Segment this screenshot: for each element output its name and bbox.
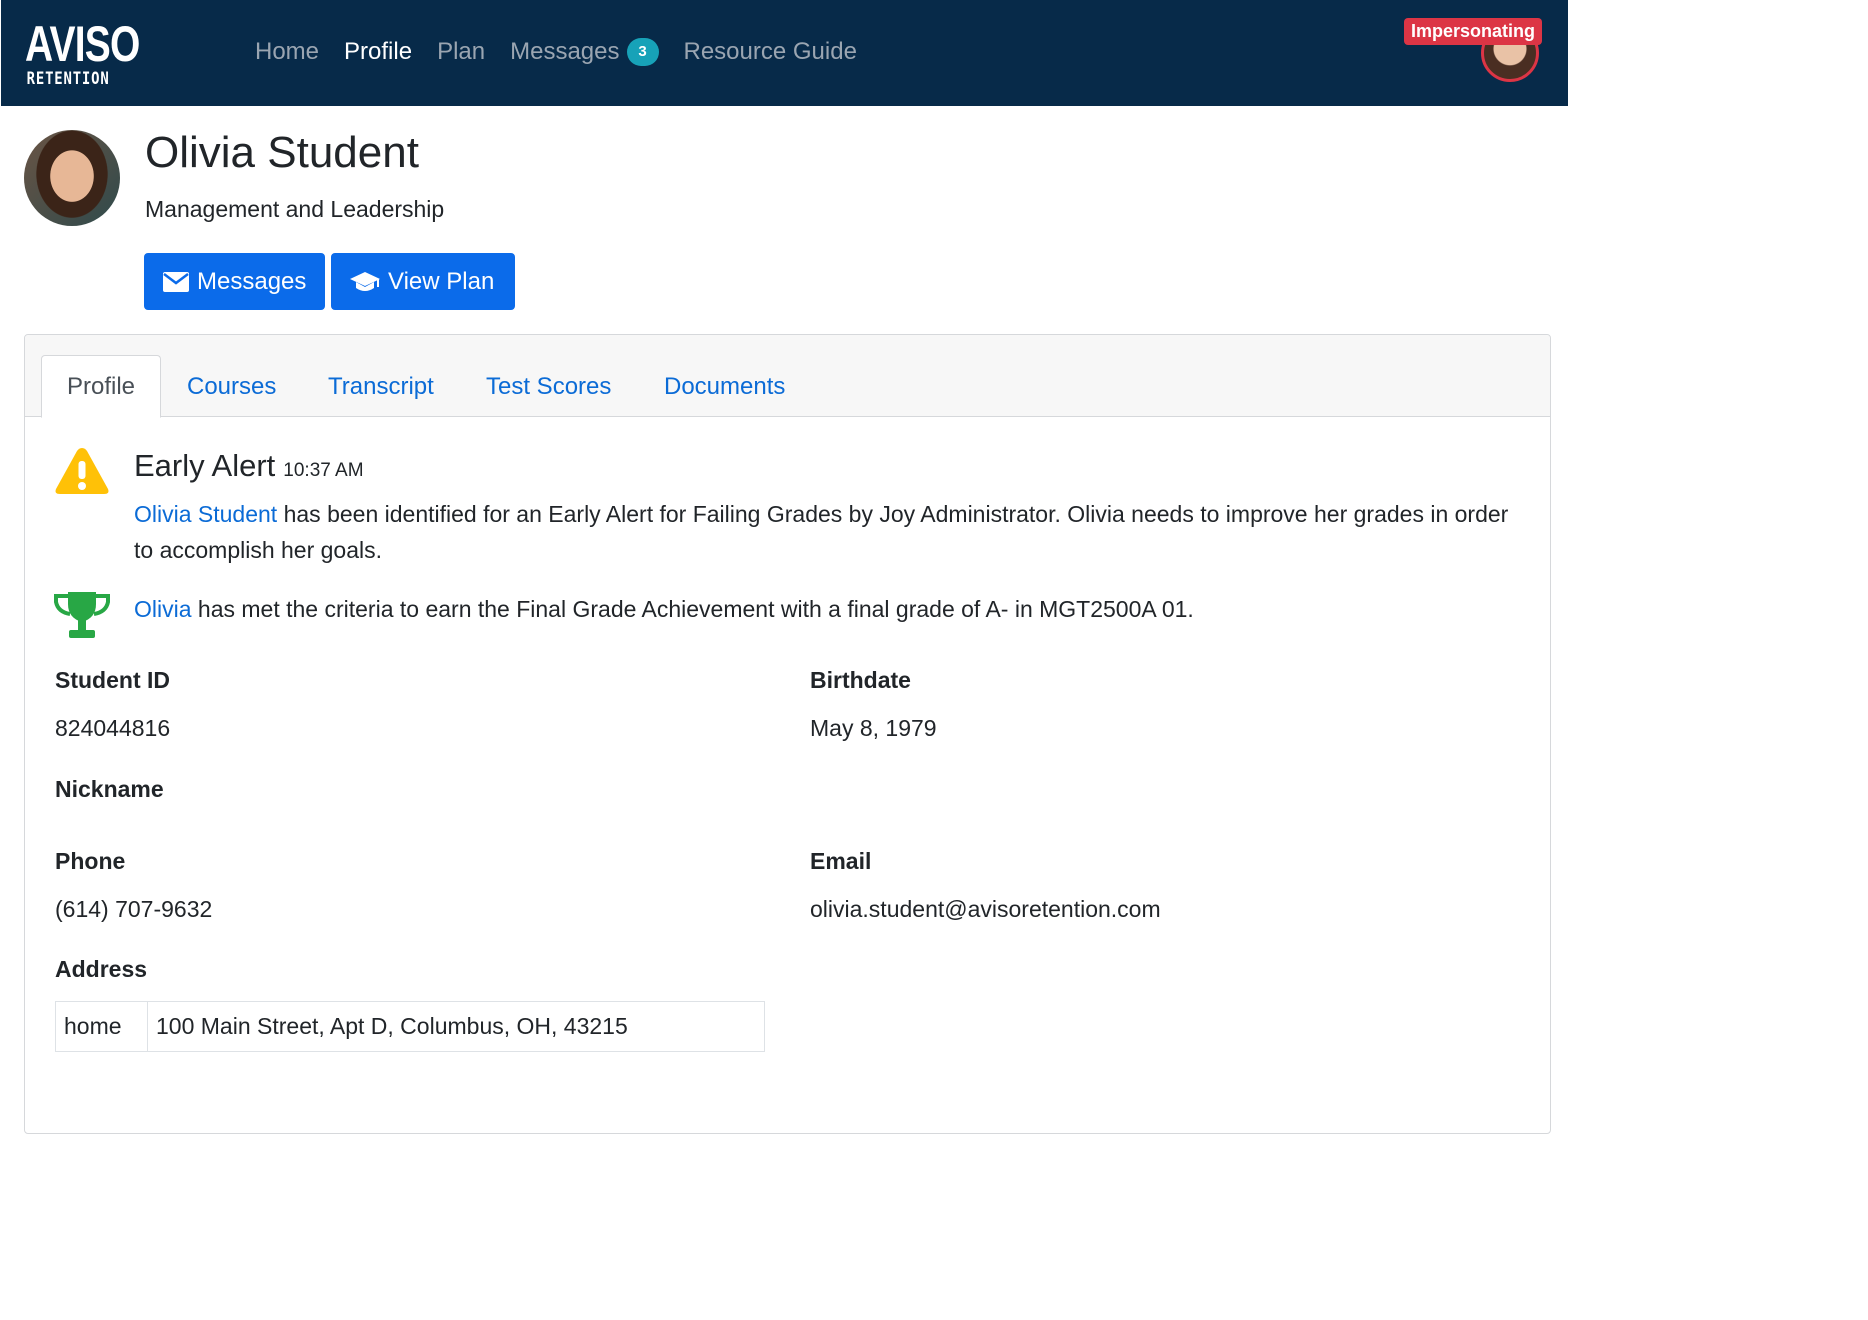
nav-home[interactable]: Home [255, 38, 319, 66]
early-alert-title: Early Alert 10:37 AM [134, 448, 364, 484]
impersonating-badge: Impersonating [1404, 18, 1543, 45]
nickname-label: Nickname [55, 776, 164, 802]
early-alert-time: 10:37 AM [283, 460, 364, 481]
achievement-body: Olivia has met the criteria to earn the … [134, 591, 1194, 627]
nav-profile[interactable]: Profile [344, 38, 412, 66]
student-id-label: Student ID [55, 667, 170, 693]
nav-messages[interactable]: Messages 3 [510, 38, 659, 66]
tab-profile[interactable]: Profile [41, 355, 161, 418]
student-first-name-link[interactable]: Olivia [134, 596, 192, 622]
early-alert-text: has been identified for an Early Alert f… [134, 501, 1509, 563]
phone-value: (614) 707-9632 [55, 896, 213, 922]
address-table: home 100 Main Street, Apt D, Columbus, O… [55, 1001, 765, 1052]
early-alert-heading: Early Alert [134, 448, 276, 483]
logo-wordmark: AVISO [25, 16, 140, 72]
achievement-text: has met the criteria to earn the Final G… [191, 596, 1194, 622]
aviso-retention-logo[interactable]: AVISO RETENTION [25, 16, 140, 90]
address-label: Address [55, 956, 148, 982]
main-nav: Home Profile Plan Messages 3 Resource Gu… [255, 36, 882, 68]
birthdate-value: May 8, 1979 [810, 715, 937, 741]
address-line: 100 Main Street, Apt D, Columbus, OH, 43… [156, 1013, 628, 1039]
tab-transcript[interactable]: Transcript [328, 355, 434, 418]
student-link[interactable]: Olivia Student [134, 501, 277, 527]
messages-button[interactable]: Messages [144, 253, 325, 310]
envelope-icon [163, 271, 189, 292]
nav-plan[interactable]: Plan [437, 38, 485, 66]
email-label: Email [810, 848, 872, 874]
email-value: olivia.student@avisoretention.com [810, 896, 1161, 922]
messages-count-badge: 3 [626, 38, 659, 66]
student-photo [24, 130, 120, 226]
trophy-icon [54, 592, 110, 638]
top-navbar: AVISO RETENTION Home Profile Plan Messag… [0, 0, 1568, 106]
view-plan-button-label: View Plan [388, 267, 495, 295]
early-alert-body: Olivia Student has been identified for a… [134, 496, 1530, 568]
tab-test-scores[interactable]: Test Scores [486, 355, 611, 418]
student-program: Management and Leadership [145, 196, 445, 222]
graduation-cap-icon [350, 271, 380, 291]
address-type: home [56, 1002, 148, 1051]
messages-button-label: Messages [197, 267, 307, 295]
student-id-value: 824044816 [55, 715, 171, 741]
tab-courses[interactable]: Courses [187, 355, 276, 418]
phone-label: Phone [55, 848, 126, 874]
nav-resource-guide[interactable]: Resource Guide [684, 38, 857, 66]
view-plan-button[interactable]: View Plan [331, 253, 515, 310]
page-title: Olivia Student [145, 128, 419, 177]
tab-documents[interactable]: Documents [664, 355, 785, 418]
warning-icon [55, 448, 109, 494]
card-tabs: Profile Courses Transcript Test Scores D… [25, 335, 1550, 418]
birthdate-label: Birthdate [810, 667, 911, 693]
nav-messages-label: Messages [510, 38, 620, 65]
logo-subtitle: RETENTION [26, 69, 110, 89]
